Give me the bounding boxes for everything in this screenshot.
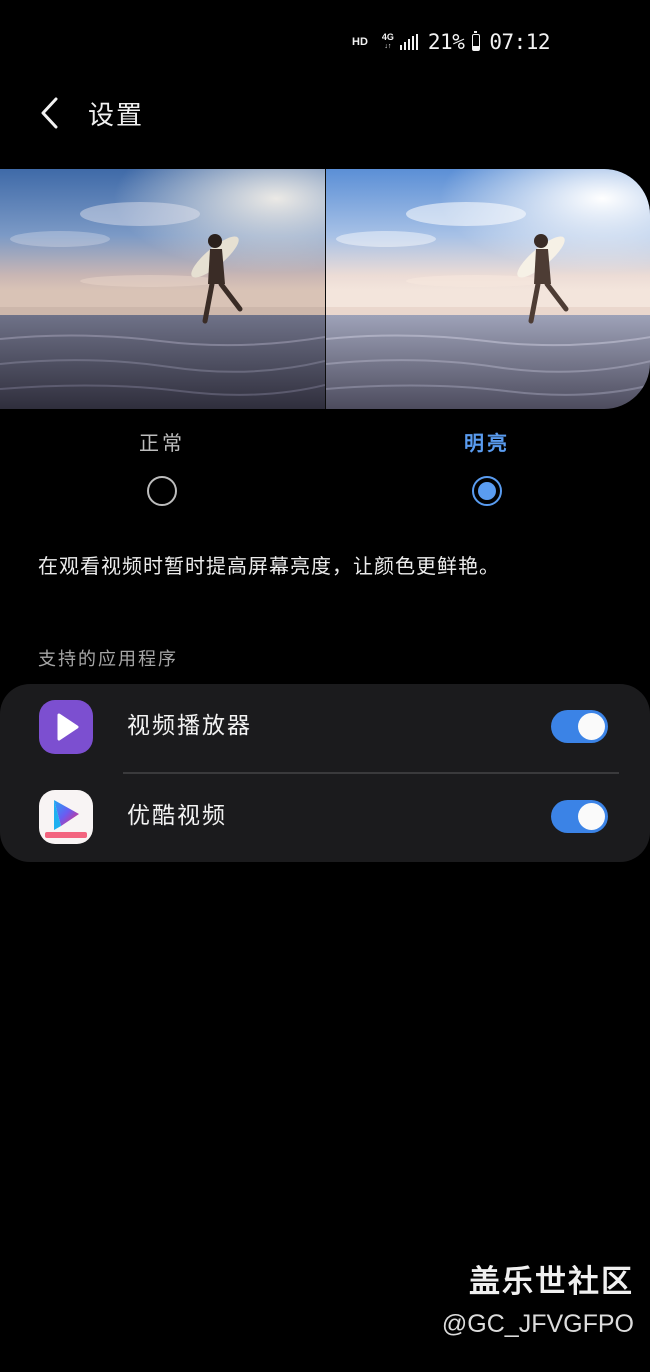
chevron-left-icon xyxy=(41,97,58,129)
option-bright[interactable]: 明亮 xyxy=(427,426,547,506)
app-label-youku: 优酷视频 xyxy=(127,803,227,829)
preview-normal xyxy=(0,169,325,409)
app-row-youku[interactable]: 优酷视频 xyxy=(0,774,650,862)
radio-bright[interactable] xyxy=(472,476,502,506)
battery-icon xyxy=(472,30,481,51)
clock: 07:12 xyxy=(489,30,551,54)
data-arrows-icon: ↓↑ xyxy=(384,43,392,50)
toggle-video-player[interactable] xyxy=(551,710,608,743)
back-button[interactable] xyxy=(30,86,70,140)
watermark-handle: @GC_JFVGFPO xyxy=(441,1310,634,1338)
surfer-beach-image-bright xyxy=(326,169,650,409)
app-label-video-player: 视频播放器 xyxy=(127,713,252,739)
play-icon xyxy=(57,713,79,741)
toggle-youku[interactable] xyxy=(551,800,608,833)
page-title: 设置 xyxy=(88,100,145,131)
surfer-beach-image-normal xyxy=(0,169,325,409)
preview-bright xyxy=(325,169,650,409)
youku-app-icon xyxy=(39,790,93,844)
network-indicator: 4G ↓↑ xyxy=(382,33,394,51)
option-normal[interactable]: 正常 xyxy=(102,426,222,506)
toggle-knob xyxy=(578,713,605,740)
app-row-video-player[interactable]: 视频播放器 xyxy=(0,684,650,772)
watermark-title: 盖乐世社区 xyxy=(469,1264,634,1300)
option-bright-label: 明亮 xyxy=(464,431,510,455)
radio-normal[interactable] xyxy=(147,476,177,506)
youku-icon xyxy=(45,800,87,838)
battery-percent: 21% xyxy=(427,30,465,54)
network-type: 4G xyxy=(381,32,394,42)
option-normal-label: 正常 xyxy=(139,431,185,455)
video-player-app-icon xyxy=(39,700,93,754)
app-header: 设置 xyxy=(30,86,144,140)
watermark: 盖乐世社区 @GC_JFVGFPO xyxy=(442,1260,634,1344)
supported-apps-title: 支持的应用程序 xyxy=(38,649,178,670)
supported-apps-card: 视频播放器 优酷视频 xyxy=(0,684,650,862)
feature-description: 在观看视频时暂时提高屏幕亮度，让颜色更鲜艳。 xyxy=(38,554,500,578)
hd-indicator: HD xyxy=(352,36,368,48)
video-brightness-preview xyxy=(0,169,650,409)
signal-icon xyxy=(399,34,418,50)
toggle-knob xyxy=(578,803,605,830)
status-bar: HD 4G ↓↑ 21% 07:12 xyxy=(352,26,551,58)
